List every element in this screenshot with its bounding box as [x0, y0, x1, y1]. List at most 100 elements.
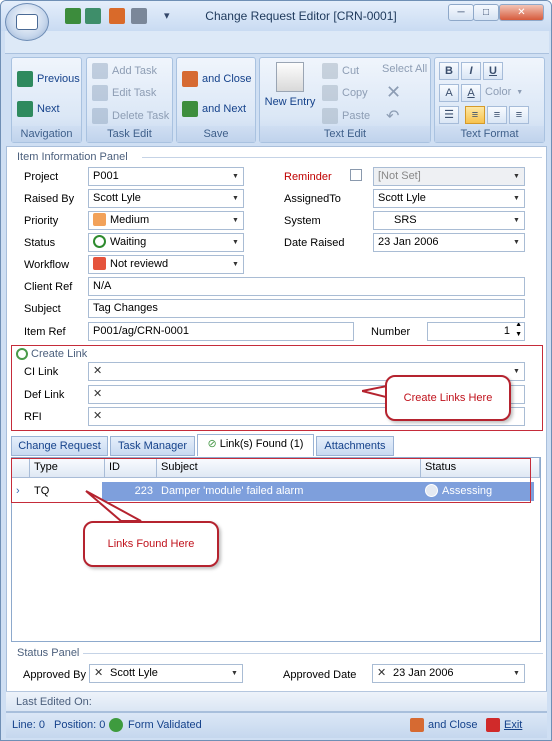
and-close-status-button[interactable]: and Close	[410, 718, 478, 732]
align-right-icon[interactable]: ≡	[509, 106, 529, 124]
select-all-button[interactable]: Select All	[382, 63, 427, 75]
window-title: Change Request Editor [CRN-0001]	[205, 9, 397, 23]
clear-icon[interactable]: ✕	[377, 665, 389, 682]
system-label: System	[284, 215, 321, 227]
add-task-label: Add Task	[112, 65, 158, 77]
clear-icon[interactable]: ✕	[93, 386, 105, 403]
last-edited-label: Last Edited On:	[16, 696, 92, 708]
save-and-next-button[interactable]: and Next	[182, 101, 246, 117]
item-ref-field[interactable]: P001/ag/CRN-0001	[88, 322, 354, 341]
date-raised-value: 23 Jan 2006	[378, 236, 439, 248]
status-panel-title: Status Panel	[17, 647, 80, 659]
add-task-icon	[92, 63, 108, 79]
new-icon[interactable]	[109, 8, 125, 24]
save-next-label: and Next	[202, 103, 247, 115]
approved-by-label: Approved By	[23, 669, 86, 681]
chevron-down-icon: ▼	[513, 173, 520, 180]
reminder-checkbox[interactable]	[350, 169, 362, 181]
save-icon[interactable]	[65, 8, 81, 24]
number-stepper[interactable]: 1 ▲ ▼	[427, 322, 525, 341]
underline-button[interactable]: U	[483, 62, 503, 80]
tab-task-manager[interactable]: Task Manager	[110, 436, 195, 456]
link-icon: ⊘	[207, 438, 217, 450]
undo-icon[interactable]: ↶	[386, 106, 399, 126]
approved-by-field[interactable]: ✕ Scott Lyle ▼	[89, 664, 243, 683]
print-icon[interactable]	[131, 8, 147, 24]
close-button[interactable]: ✕	[499, 4, 544, 21]
align-left-icon[interactable]: ≡	[465, 106, 485, 124]
system-field[interactable]: SRS ▼	[373, 211, 525, 230]
date-raised-label: Date Raised	[284, 237, 345, 249]
delete-task-button[interactable]: Delete Task	[92, 108, 169, 124]
clear-icon[interactable]: ✕	[94, 665, 106, 682]
font-size-icon[interactable]: A	[439, 84, 459, 102]
edit-task-button[interactable]: Edit Task	[92, 85, 156, 101]
clear-icon[interactable]: ✕	[93, 363, 105, 380]
tag-icon	[93, 213, 106, 226]
maximize-button[interactable]: □	[473, 4, 499, 21]
priority-field[interactable]: Medium ▼	[88, 211, 244, 230]
task-edit-group-label: Task Edit	[87, 126, 172, 142]
date-raised-field[interactable]: 23 Jan 2006 ▼	[373, 233, 525, 252]
new-entry-label: New Entry	[264, 96, 316, 108]
clear-icon[interactable]: ✕	[386, 82, 401, 103]
chevron-down-icon: ▼	[513, 239, 520, 246]
paste-button[interactable]: Paste	[322, 108, 370, 124]
copy-button[interactable]: Copy	[322, 85, 368, 101]
cut-button[interactable]: Cut	[322, 63, 359, 79]
approved-date-field[interactable]: ✕ 23 Jan 2006 ▼	[372, 664, 525, 683]
color-dropdown[interactable]: Color ▼	[485, 86, 523, 98]
create-link-title: Create Link	[31, 348, 88, 360]
client-ref-field[interactable]: N/A	[88, 277, 525, 296]
chevron-down-icon: ▼	[232, 173, 239, 180]
align-center-icon[interactable]: ≡	[487, 106, 507, 124]
new-entry-button[interactable]: New Entry	[262, 62, 318, 108]
edit-task-icon	[92, 85, 108, 101]
text-edit-group-label: Text Edit	[260, 126, 430, 142]
task-edit-group: Add Task Edit Task Delete Task Task Edit	[86, 57, 173, 143]
assigned-to-field[interactable]: Scott Lyle ▼	[373, 189, 525, 208]
subject-label: Subject	[24, 303, 61, 315]
cut-icon	[322, 63, 338, 79]
priority-label: Priority	[24, 215, 59, 227]
add-task-button[interactable]: Add Task	[92, 63, 157, 79]
form-validated-text: Form Validated	[128, 719, 202, 731]
project-field[interactable]: P001 ▼	[88, 167, 244, 186]
clear-icon[interactable]: ✕	[93, 408, 105, 425]
reminder-label: Reminder	[284, 171, 332, 183]
chevron-down-icon: ▼	[516, 88, 524, 96]
app-menu-button[interactable]	[5, 3, 49, 41]
link-icon	[16, 348, 28, 360]
bold-button[interactable]: B	[439, 62, 459, 80]
tab-links-found[interactable]: ⊘ Link(s) Found (1)	[197, 434, 314, 456]
cut-label: Cut	[342, 65, 360, 77]
text-format-group: B I U A A Color ▼ ☰ ≡ ≡ ≡ Text Format	[434, 57, 545, 143]
text-edit-group: New Entry Cut Copy Paste Select All ✕ ↶ …	[259, 57, 431, 143]
qat-more-button[interactable]: ▾	[164, 9, 170, 22]
raised-by-field[interactable]: Scott Lyle ▼	[88, 189, 244, 208]
status-field[interactable]: Waiting ▼	[88, 233, 244, 252]
chevron-down-icon: ▼	[513, 195, 520, 202]
save-all-icon[interactable]	[85, 8, 101, 24]
links-found-callout: Links Found Here	[83, 521, 219, 567]
tab-change-request[interactable]: Change Request	[11, 436, 108, 456]
reminder-field[interactable]: [Not Set] ▼	[373, 167, 525, 186]
spin-icon[interactable]: ▲ ▼	[515, 323, 522, 340]
navigation-group: Previous Next Navigation	[11, 57, 82, 143]
save-and-close-button[interactable]: and Close	[182, 71, 252, 87]
previous-button[interactable]: Previous	[17, 71, 80, 87]
exit-button[interactable]: Exit	[486, 718, 522, 732]
navigation-group-label: Navigation	[12, 126, 81, 142]
italic-button[interactable]: I	[461, 62, 481, 80]
subject-field[interactable]: Tag Changes	[88, 299, 525, 318]
minimize-button[interactable]: ─	[448, 4, 474, 21]
raised-by-label: Raised By	[24, 193, 75, 205]
bullets-icon[interactable]: ☰	[439, 106, 459, 124]
tab-attachments[interactable]: Attachments	[316, 436, 394, 456]
system-value: SRS	[394, 214, 417, 226]
alert-icon	[93, 257, 106, 270]
workflow-field[interactable]: Not reviewd ▼	[88, 255, 244, 274]
approved-by-value: Scott Lyle	[110, 667, 158, 679]
next-button[interactable]: Next	[17, 101, 60, 117]
font-color-icon[interactable]: A	[461, 84, 481, 102]
